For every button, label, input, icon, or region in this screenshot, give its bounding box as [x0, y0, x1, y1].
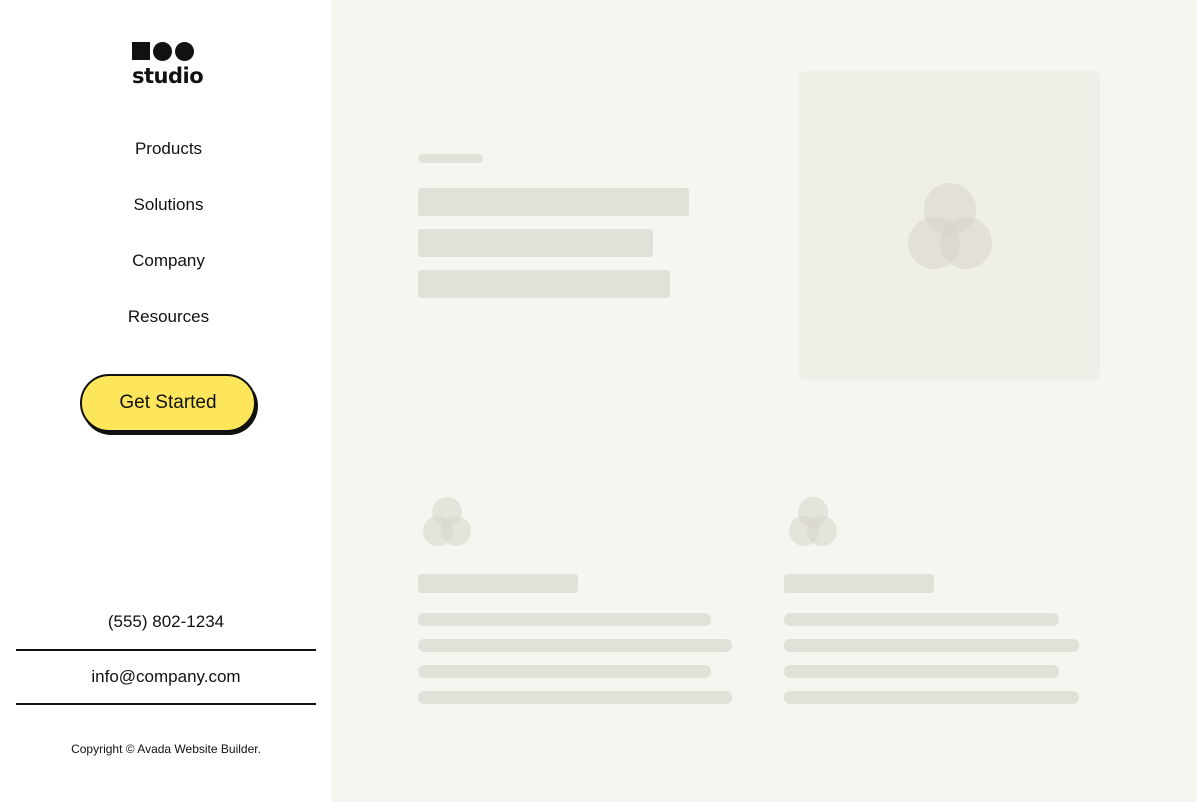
- divider: [16, 703, 316, 705]
- hero-image-placeholder: [799, 71, 1100, 380]
- logo-text: studio: [132, 64, 204, 88]
- feature-text-placeholder: [784, 613, 1059, 626]
- copyright-text: Copyright © Avada Website Builder.: [71, 742, 261, 756]
- heading-line-placeholder: [418, 270, 670, 298]
- nav-item-company[interactable]: Company: [0, 240, 337, 296]
- image-placeholder-venn-icon: [908, 183, 992, 269]
- feature-venn-icon: [789, 497, 837, 547]
- eyebrow-placeholder: [418, 154, 483, 163]
- feature-text-placeholder: [418, 613, 711, 626]
- nav-item-solutions[interactable]: Solutions: [0, 184, 337, 240]
- feature-title-placeholder: [418, 574, 578, 593]
- get-started-button[interactable]: Get Started: [80, 374, 256, 432]
- feature-text-placeholder: [418, 691, 732, 704]
- feature-text-placeholder: [784, 639, 1079, 652]
- divider: [16, 649, 316, 651]
- feature-text-placeholder: [784, 691, 1079, 704]
- logo-circle-2: [175, 41, 194, 61]
- heading-line-placeholder: [418, 188, 689, 216]
- main-nav: Products Solutions Company Resources: [0, 128, 337, 352]
- feature-text-placeholder: [418, 639, 732, 652]
- feature-venn-icon: [423, 497, 471, 547]
- logo-circle-1: [153, 41, 172, 61]
- email-link[interactable]: info@company.com: [16, 667, 316, 687]
- feature-text-placeholder: [418, 665, 711, 678]
- nav-item-products[interactable]: Products: [0, 128, 337, 184]
- sidebar: studio Products Solutions Company Resour…: [0, 0, 331, 802]
- logo-mark-icon: [132, 41, 212, 61]
- feature-text-placeholder: [784, 665, 1059, 678]
- nav-item-resources[interactable]: Resources: [0, 296, 337, 352]
- phone-link[interactable]: (555) 802-1234: [16, 612, 316, 632]
- studio-logo[interactable]: studio: [132, 41, 212, 91]
- feature-title-placeholder: [784, 574, 934, 593]
- logo-square: [132, 42, 150, 60]
- heading-line-placeholder: [418, 229, 653, 257]
